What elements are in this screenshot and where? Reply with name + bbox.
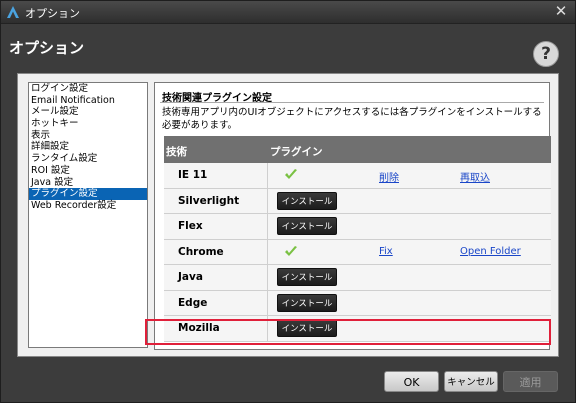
checkmark-icon — [285, 245, 297, 256]
options-dialog: オプション ✕ オプション ? ログイン設定 Email Notificatio… — [0, 0, 576, 403]
sidebar-item-plugin[interactable]: プラグイン設定 — [29, 188, 147, 200]
app-logo-icon — [7, 6, 19, 18]
tech-name: Flex — [164, 214, 268, 239]
sidebar-item-java[interactable]: Java 設定 — [29, 177, 147, 189]
table-row: Flex インストール — [164, 214, 551, 240]
page-title: オプション — [9, 39, 85, 57]
cancel-button[interactable]: キャンセル — [444, 371, 498, 392]
plugin-settings-content: 技術関連プラグイン設定 技術専用アプリ内のUIオブジェクトにアクセスするには各プ… — [154, 82, 551, 350]
open-folder-link[interactable]: Open Folder — [460, 246, 521, 257]
table-header: 技術 プラグイン — [164, 136, 551, 163]
sidebar-item-login[interactable]: ログイン設定 — [29, 83, 147, 95]
fix-link[interactable]: Fix — [379, 246, 393, 257]
column-header-plugin: プラグイン — [270, 146, 323, 158]
title-bar: オプション ✕ — [1, 1, 575, 24]
table-row: Silverlight インストール — [164, 188, 551, 214]
section-description: 技術専用アプリ内のUIオブジェクトにアクセスするには各プラグインをインストールす… — [162, 107, 542, 131]
checkmark-icon — [285, 169, 297, 179]
tech-name: Java — [164, 265, 268, 290]
tech-name: Edge — [164, 290, 268, 315]
table-row: Java インストール — [164, 265, 551, 291]
table-row: Mozilla インストール — [164, 316, 551, 342]
apply-button[interactable]: 適用 — [503, 371, 558, 392]
install-button[interactable]: インストール — [277, 319, 337, 337]
sidebar-item-display[interactable]: 表示 — [29, 130, 147, 142]
table-row: IE 11 削除 再取込 — [164, 163, 551, 189]
options-panel: ログイン設定 Email Notification メール設定 ホットキー 表示… — [17, 73, 559, 357]
reimport-link[interactable]: 再取込 — [460, 169, 490, 184]
window-title: オプション — [25, 7, 80, 20]
ok-button[interactable]: OK — [384, 371, 439, 392]
plugin-table: 技術 プラグイン IE 11 削除 再取込 Silverlight インストール… — [164, 136, 551, 342]
sidebar-item-email-notification[interactable]: Email Notification — [29, 95, 147, 107]
column-header-tech: 技術 — [166, 146, 187, 158]
sidebar-item-runtime[interactable]: ランタイム設定 — [29, 153, 147, 165]
sidebar-item-web-recorder[interactable]: Web Recorder設定 — [29, 200, 147, 212]
install-button[interactable]: インストール — [277, 268, 337, 286]
sidebar-item-advanced[interactable]: 詳細設定 — [29, 141, 147, 153]
sidebar-item-hotkey[interactable]: ホットキー — [29, 118, 147, 130]
help-button[interactable]: ? — [533, 41, 559, 67]
sidebar-item-mail[interactable]: メール設定 — [29, 106, 147, 118]
tech-name: Mozilla — [164, 316, 268, 341]
close-icon[interactable]: ✕ — [553, 3, 569, 19]
remove-link[interactable]: 削除 — [379, 169, 399, 184]
sidebar-nav: ログイン設定 Email Notification メール設定 ホットキー 表示… — [28, 82, 148, 348]
tech-name: IE 11 — [164, 163, 268, 188]
install-button[interactable]: インストール — [277, 217, 337, 235]
install-button[interactable]: インストール — [277, 191, 337, 210]
tech-name: Silverlight — [164, 188, 268, 213]
install-button[interactable]: インストール — [277, 293, 337, 312]
section-divider — [160, 102, 544, 103]
table-row: Edge インストール — [164, 290, 551, 316]
table-row: Chrome Fix Open Folder — [164, 239, 551, 265]
sidebar-item-roi[interactable]: ROI 設定 — [29, 165, 147, 177]
tech-name: Chrome — [164, 239, 268, 264]
